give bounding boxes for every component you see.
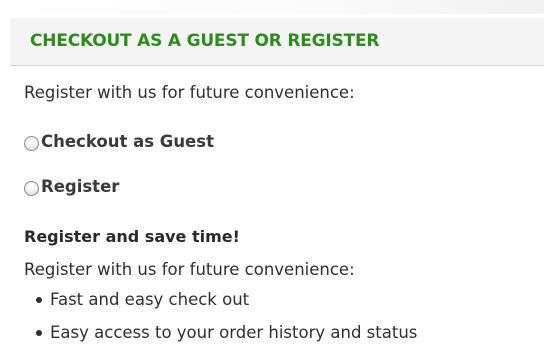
- intro-text: Register with us for future convenience:: [24, 83, 355, 102]
- section-header: CHECKOUT AS A GUEST OR REGISTER: [10, 18, 544, 66]
- checkout-as-guest-radio-icon[interactable]: [24, 135, 39, 151]
- checkout-as-guest-label[interactable]: Checkout as Guest: [41, 132, 214, 151]
- register-benefits-heading: Register and save time!: [24, 227, 240, 246]
- benefit-text: Easy access to your order history and st…: [50, 323, 418, 342]
- benefit-item: Fast and easy check out: [24, 290, 417, 323]
- register-benefits-text: Register with us for future convenience:: [24, 260, 355, 279]
- benefit-item: Easy access to your order history and st…: [24, 323, 417, 356]
- top-divider-strip: [10, 0, 544, 14]
- register-option[interactable]: Register: [24, 177, 119, 196]
- checkout-as-guest-option[interactable]: Checkout as Guest: [24, 132, 214, 151]
- register-radio-icon[interactable]: [24, 180, 39, 196]
- section-title: CHECKOUT AS A GUEST OR REGISTER: [30, 31, 380, 51]
- benefits-list: Fast and easy check out Easy access to y…: [24, 290, 417, 356]
- benefit-text: Fast and easy check out: [50, 290, 250, 309]
- register-label[interactable]: Register: [41, 177, 119, 196]
- checkout-method-panel: CHECKOUT AS A GUEST OR REGISTER Register…: [0, 0, 544, 359]
- bullet-icon: [36, 330, 42, 336]
- bullet-icon: [36, 297, 42, 303]
